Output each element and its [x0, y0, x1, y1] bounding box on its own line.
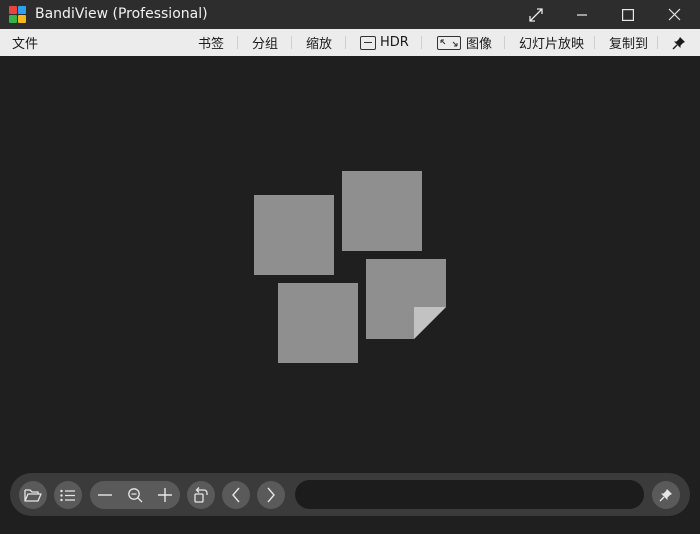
- placeholder-image-tile: [342, 171, 422, 251]
- placeholder-page-curl-tile: [366, 259, 446, 339]
- menu-separator: [594, 36, 595, 49]
- viewer-canvas[interactable]: [0, 56, 700, 473]
- menu-copy-to[interactable]: 复制到: [609, 29, 648, 56]
- file-list-button[interactable]: [54, 481, 82, 509]
- title-bar: BandiView (Professional): [0, 0, 700, 29]
- menu-slideshow[interactable]: 幻灯片放映: [519, 29, 584, 56]
- menu-separator: [291, 36, 292, 49]
- folder-open-icon: [24, 488, 42, 502]
- plus-icon: [158, 488, 172, 502]
- list-icon: [60, 489, 75, 501]
- zoom-controls: [90, 481, 180, 509]
- menu-file[interactable]: 文件: [12, 29, 38, 56]
- file-path-field[interactable]: [295, 480, 644, 509]
- image-size-icon: [437, 35, 461, 50]
- menu-zoom[interactable]: 缩放: [306, 29, 332, 56]
- app-logo-icon: [9, 6, 27, 24]
- menu-hdr-label: HDR: [380, 35, 409, 50]
- placeholder-image-tile: [254, 195, 334, 275]
- window-title: BandiView (Professional): [35, 6, 208, 22]
- minimize-icon: [577, 13, 587, 16]
- menu-bar: 文件 书签 分组 缩放 HDR 图像 幻灯片放映 复制到: [0, 29, 700, 56]
- menu-separator: [504, 36, 505, 49]
- menu-separator: [657, 36, 658, 49]
- menu-separator: [345, 36, 346, 49]
- zoom-icon: [128, 488, 143, 503]
- menu-group[interactable]: 分组: [252, 29, 278, 56]
- previous-image-button[interactable]: [222, 481, 250, 509]
- menu-pin-button[interactable]: [672, 29, 686, 56]
- menu-image[interactable]: 图像: [437, 29, 492, 56]
- menu-hdr[interactable]: HDR: [360, 29, 409, 56]
- expand-icon: [529, 7, 543, 22]
- close-icon: [668, 8, 680, 21]
- next-image-button[interactable]: [257, 481, 285, 509]
- open-folder-button[interactable]: [19, 481, 47, 509]
- rotate-icon: [194, 487, 208, 503]
- maximize-button[interactable]: [605, 0, 651, 29]
- menu-bookmarks[interactable]: 书签: [198, 29, 224, 56]
- hdr-icon: [360, 35, 376, 50]
- zoom-out-button[interactable]: [91, 481, 119, 509]
- chevron-left-icon: [232, 487, 240, 503]
- menu-separator: [237, 36, 238, 49]
- zoom-fit-button[interactable]: [121, 481, 149, 509]
- bottom-toolbar: [10, 473, 690, 516]
- zoom-in-button[interactable]: [151, 481, 179, 509]
- toolbar-pin-button[interactable]: [652, 481, 680, 509]
- pin-icon: [659, 489, 672, 502]
- fullscreen-button[interactable]: [513, 0, 559, 29]
- maximize-icon: [622, 8, 634, 21]
- menu-separator: [421, 36, 422, 49]
- rotate-button[interactable]: [187, 481, 215, 509]
- chevron-right-icon: [267, 487, 275, 503]
- minimize-button[interactable]: [559, 0, 605, 29]
- minus-icon: [98, 494, 112, 496]
- placeholder-image-tile: [278, 283, 358, 363]
- pin-icon: [672, 36, 685, 49]
- close-button[interactable]: [651, 0, 697, 29]
- menu-image-label: 图像: [466, 37, 493, 52]
